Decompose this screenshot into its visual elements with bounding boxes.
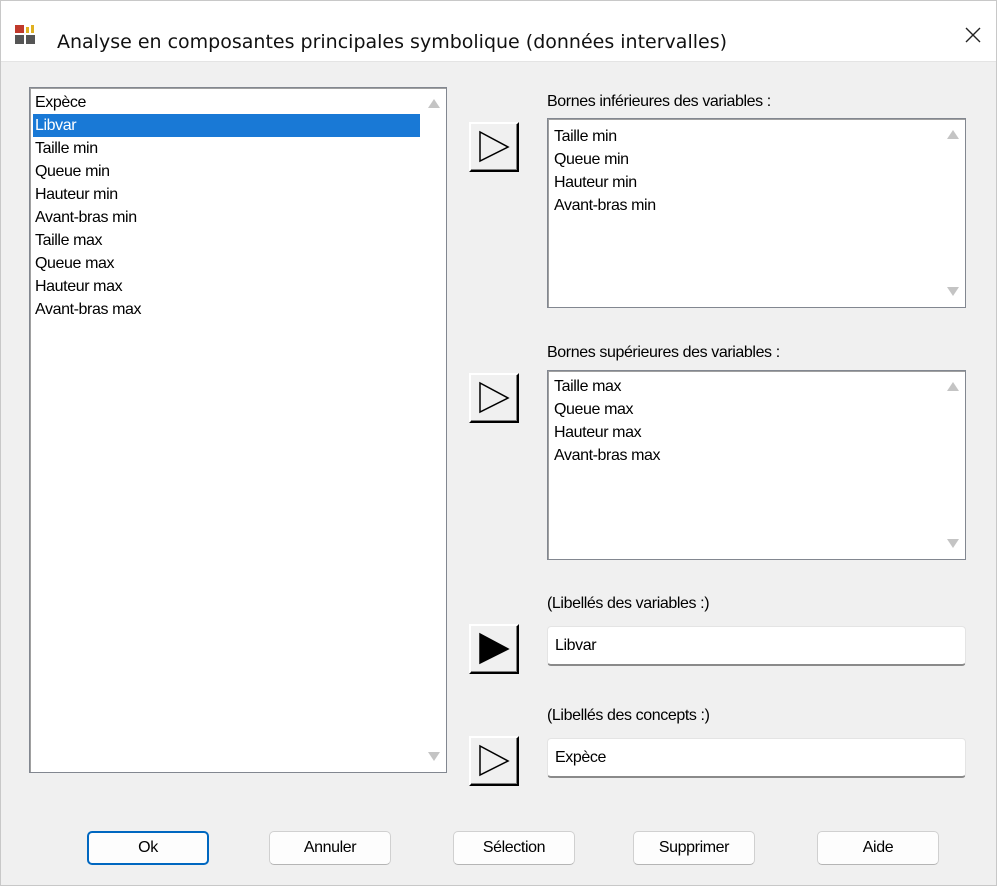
upper-bounds-items: Taille max Queue max Hauteur max Avant-b… xyxy=(552,375,939,467)
source-list-items: Expèce Libvar Taille min Queue min Haute… xyxy=(33,91,420,321)
variable-labels-label: (Libellés des variables :) xyxy=(547,595,710,612)
app-grid-icon xyxy=(15,25,35,44)
lower-bounds-label: Bornes inférieures des variables : xyxy=(547,93,771,110)
delete-button[interactable]: Supprimer xyxy=(633,831,755,865)
scroll-down-icon[interactable] xyxy=(947,287,959,296)
list-item[interactable]: Hauteur min xyxy=(33,183,420,206)
help-button[interactable]: Aide xyxy=(817,831,939,865)
list-item-selected[interactable]: Libvar xyxy=(33,114,420,137)
title-bar: Analyse en composantes principales symbo… xyxy=(1,1,996,62)
scroll-down-icon[interactable] xyxy=(428,752,440,761)
list-item[interactable]: Avant-bras min xyxy=(33,206,420,229)
list-item[interactable]: Queue min xyxy=(33,160,420,183)
play-arrow-outline-icon xyxy=(479,130,510,163)
vertical-scrollbar[interactable] xyxy=(942,120,964,306)
variable-labels-field[interactable]: Libvar xyxy=(547,626,966,666)
window-title: Analyse en composantes principales symbo… xyxy=(57,31,728,53)
source-variable-list[interactable]: Expèce Libvar Taille min Queue min Haute… xyxy=(29,87,447,773)
play-arrow-outline-icon xyxy=(479,381,510,414)
scroll-up-icon[interactable] xyxy=(947,382,959,391)
list-item[interactable]: Queue max xyxy=(33,252,420,275)
concept-labels-field[interactable]: Expèce xyxy=(547,738,966,778)
concept-labels-label: (Libellés des concepts :) xyxy=(547,707,710,724)
lower-bounds-list[interactable]: Taille min Queue min Hauteur min Avant-b… xyxy=(547,118,966,308)
list-item[interactable]: Taille min xyxy=(552,125,939,148)
list-item[interactable]: Taille max xyxy=(552,375,939,398)
play-arrow-outline-icon xyxy=(479,744,510,777)
list-item[interactable]: Hauteur max xyxy=(552,421,939,444)
list-item[interactable]: Avant-bras min xyxy=(552,194,939,217)
lower-bounds-items: Taille min Queue min Hauteur min Avant-b… xyxy=(552,125,939,217)
list-item[interactable]: Avant-bras max xyxy=(33,298,420,321)
upper-bounds-list[interactable]: Taille max Queue max Hauteur max Avant-b… xyxy=(547,370,966,560)
scroll-down-icon[interactable] xyxy=(947,539,959,548)
list-item[interactable]: Taille max xyxy=(33,229,420,252)
list-item[interactable]: Hauteur max xyxy=(33,275,420,298)
add-upper-bound-button[interactable] xyxy=(469,373,519,423)
add-lower-bound-button[interactable] xyxy=(469,122,519,172)
set-concept-labels-button[interactable] xyxy=(469,736,519,786)
scroll-up-icon[interactable] xyxy=(428,99,440,108)
upper-bounds-label: Bornes supérieures des variables : xyxy=(547,344,780,361)
set-variable-labels-button[interactable] xyxy=(469,624,519,674)
vertical-scrollbar[interactable] xyxy=(942,372,964,558)
list-item[interactable]: Hauteur min xyxy=(552,171,939,194)
scroll-up-icon[interactable] xyxy=(947,130,959,139)
list-item[interactable]: Queue max xyxy=(552,398,939,421)
cancel-button[interactable]: Annuler xyxy=(269,831,391,865)
list-item[interactable]: Avant-bras max xyxy=(552,444,939,467)
selection-button[interactable]: Sélection xyxy=(453,831,575,865)
play-arrow-filled-icon xyxy=(479,632,510,665)
vertical-scrollbar[interactable] xyxy=(423,89,445,771)
dialog-window: Analyse en composantes principales symbo… xyxy=(0,0,997,886)
ok-button[interactable]: Ok xyxy=(87,831,209,865)
list-item[interactable]: Expèce xyxy=(33,91,420,114)
close-button[interactable] xyxy=(950,15,996,55)
list-item[interactable]: Taille min xyxy=(33,137,420,160)
list-item[interactable]: Queue min xyxy=(552,148,939,171)
close-icon xyxy=(965,27,981,43)
